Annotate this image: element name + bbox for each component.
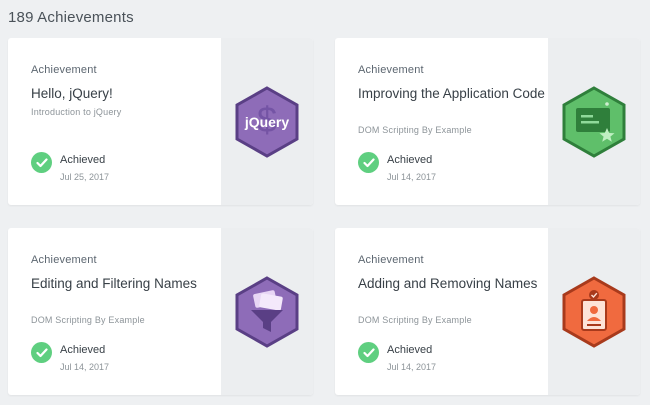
achievement-title: Adding and Removing Names <box>358 276 538 291</box>
achievement-date: Jul 14, 2017 <box>387 172 437 182</box>
id-card-badge-icon <box>562 275 626 348</box>
achievement-course: Introduction to jQuery <box>31 107 122 117</box>
checkmark-icon <box>358 342 379 363</box>
achievement-date: Jul 14, 2017 <box>60 362 110 372</box>
achievement-card-editing-filtering[interactable]: Achievement Editing and Filtering Names … <box>8 228 313 395</box>
code-window-badge-icon <box>562 85 626 158</box>
achievement-card-adding-removing[interactable]: Achievement Adding and Removing Names DO… <box>335 228 640 395</box>
achievement-card-info: Achievement Hello, jQuery! Introduction … <box>8 38 221 205</box>
achievement-card-hello-jquery[interactable]: Achievement Hello, jQuery! Introduction … <box>8 38 313 205</box>
achievement-card-info: Achievement Editing and Filtering Names … <box>8 228 221 395</box>
achievement-card-info: Achievement Adding and Removing Names DO… <box>335 228 548 395</box>
checkmark-icon <box>358 152 379 173</box>
achievements-grid: Achievement Hello, jQuery! Introduction … <box>0 0 650 405</box>
achievement-date: Jul 14, 2017 <box>387 362 437 372</box>
badge-panel <box>221 228 313 395</box>
achievement-status: Achieved <box>387 154 433 166</box>
achievement-title: Hello, jQuery! <box>31 86 113 101</box>
achievement-course: DOM Scripting By Example <box>358 315 472 325</box>
badge-panel <box>548 228 640 395</box>
svg-text:jQuery: jQuery <box>244 114 290 130</box>
achievement-status: Achieved <box>60 154 106 166</box>
checkmark-icon <box>31 152 52 173</box>
achievement-card-improving-code[interactable]: Achievement Improving the Application Co… <box>335 38 640 205</box>
achievement-title: Editing and Filtering Names <box>31 276 197 291</box>
achievement-type-label: Achievement <box>31 254 97 266</box>
achievement-type-label: Achievement <box>358 64 424 76</box>
checkmark-icon <box>31 342 52 363</box>
achievement-card-info: Achievement Improving the Application Co… <box>335 38 548 205</box>
achievement-type-label: Achievement <box>31 64 97 76</box>
achievement-status: Achieved <box>387 344 433 356</box>
achievement-status: Achieved <box>60 344 106 356</box>
achievement-course: DOM Scripting By Example <box>358 125 472 135</box>
achievement-date: Jul 25, 2017 <box>60 172 110 182</box>
badge-panel <box>548 38 640 205</box>
achievement-type-label: Achievement <box>358 254 424 266</box>
jquery-badge-icon: $ jQuery <box>235 85 299 158</box>
achievement-course: DOM Scripting By Example <box>31 315 145 325</box>
badge-panel: $ jQuery <box>221 38 313 205</box>
funnel-badge-icon <box>235 275 299 348</box>
achievement-title: Improving the Application Code <box>358 86 545 101</box>
